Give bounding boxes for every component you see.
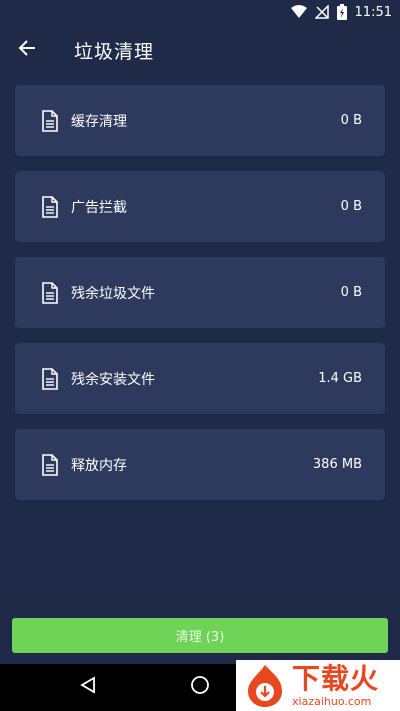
watermark-cn-text: 下载火: [292, 661, 380, 695]
clean-button[interactable]: 清理 (3): [12, 618, 388, 653]
no-signal-icon: [314, 5, 329, 19]
triangle-back-icon: [79, 676, 97, 698]
back-button[interactable]: [0, 24, 54, 76]
document-icon: [42, 367, 58, 390]
item-label: 缓存清理: [71, 113, 127, 130]
page-title: 垃圾清理: [74, 40, 155, 63]
item-free-memory[interactable]: 释放内存 386 MB: [15, 429, 385, 500]
item-label: 残余垃圾文件: [71, 285, 155, 302]
watermark-en-text: xiazaihuo.com: [292, 694, 372, 708]
document-icon: [42, 195, 58, 218]
watermark: 下载火 xiazaihuo.com: [236, 660, 400, 711]
battery-charging-icon: [336, 4, 347, 20]
item-label: 释放内存: [71, 457, 127, 474]
item-size: 386 MB: [312, 457, 362, 472]
nav-back-button[interactable]: [73, 672, 103, 702]
item-size: 1.4 GB: [318, 371, 362, 386]
arrow-left-icon: [18, 39, 36, 61]
item-size: 0 B: [340, 199, 362, 214]
item-label: 残余安装文件: [71, 371, 155, 388]
item-label: 广告拦截: [71, 199, 127, 216]
item-size: 0 B: [340, 113, 362, 128]
flame-logo-icon: [248, 664, 282, 707]
item-residual-install[interactable]: 残余安装文件 1.4 GB: [15, 343, 385, 414]
item-ad-block[interactable]: 广告拦截 0 B: [15, 171, 385, 242]
wifi-icon: [290, 5, 307, 19]
status-bar: 11:51: [0, 0, 400, 24]
junk-category-list: 缓存清理 0 B 广告拦截 0 B 残余垃圾文件 0 B 残余安装文件 1.4 …: [15, 85, 385, 515]
document-icon: [42, 281, 58, 304]
document-icon: [42, 453, 58, 476]
document-icon: [42, 109, 58, 132]
item-residual-junk[interactable]: 残余垃圾文件 0 B: [15, 257, 385, 328]
app-bar: 垃圾清理: [0, 24, 400, 76]
item-size: 0 B: [340, 285, 362, 300]
item-cache-clean[interactable]: 缓存清理 0 B: [15, 85, 385, 156]
nav-home-button[interactable]: [185, 672, 215, 702]
circle-home-icon: [190, 675, 210, 699]
status-time: 11:51: [354, 4, 392, 20]
